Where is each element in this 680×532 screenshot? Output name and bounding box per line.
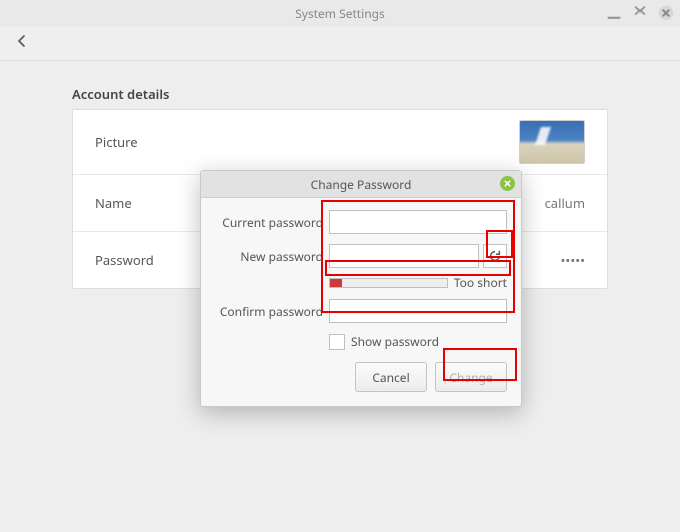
settings-window: System Settings Account details Picture … [0, 0, 680, 532]
show-password-checkbox[interactable] [329, 334, 345, 350]
section-title: Account details [72, 85, 608, 103]
back-arrow-icon[interactable] [14, 33, 30, 53]
confirm-password-row: Confirm password [215, 299, 507, 323]
maximize-icon[interactable] [632, 5, 648, 21]
current-password-label: Current password [215, 214, 323, 231]
confirm-password-input[interactable] [329, 299, 507, 323]
picture-label: Picture [95, 133, 138, 151]
password-strength-label: Too short [454, 274, 507, 291]
new-password-input[interactable] [329, 244, 479, 268]
change-password-dialog: Change Password Current password New pas… [200, 170, 522, 407]
show-password-row: Show password [215, 333, 507, 350]
name-label: Name [95, 194, 132, 212]
password-value: ••••• [561, 251, 585, 269]
change-button[interactable]: Change [435, 362, 507, 392]
current-password-input[interactable] [329, 210, 507, 234]
close-icon[interactable] [658, 5, 674, 21]
titlebar: System Settings [0, 0, 680, 26]
avatar[interactable] [519, 120, 585, 164]
dialog-title: Change Password [311, 176, 412, 193]
minimize-icon[interactable] [606, 5, 622, 21]
row-picture[interactable]: Picture [73, 110, 607, 175]
refresh-icon [488, 249, 502, 263]
toolbar [0, 26, 680, 61]
confirm-password-label: Confirm password [215, 303, 323, 320]
dialog-titlebar: Change Password [201, 171, 521, 198]
cancel-button[interactable]: Cancel [355, 362, 427, 392]
window-controls [606, 0, 674, 26]
dialog-close-icon[interactable] [500, 176, 515, 191]
window-title: System Settings [295, 5, 385, 22]
name-value: callum [545, 194, 585, 212]
new-password-row: New password [215, 244, 507, 268]
new-password-label: New password [215, 248, 323, 265]
password-strength-meter [329, 278, 448, 288]
current-password-row: Current password [215, 210, 507, 234]
dialog-body: Current password New password [201, 198, 521, 406]
password-label: Password [95, 251, 154, 269]
password-strength-row: Too short [215, 274, 507, 291]
dialog-button-row: Cancel Change [215, 362, 507, 392]
show-password-label: Show password [351, 333, 439, 350]
generate-password-button[interactable] [483, 244, 507, 268]
